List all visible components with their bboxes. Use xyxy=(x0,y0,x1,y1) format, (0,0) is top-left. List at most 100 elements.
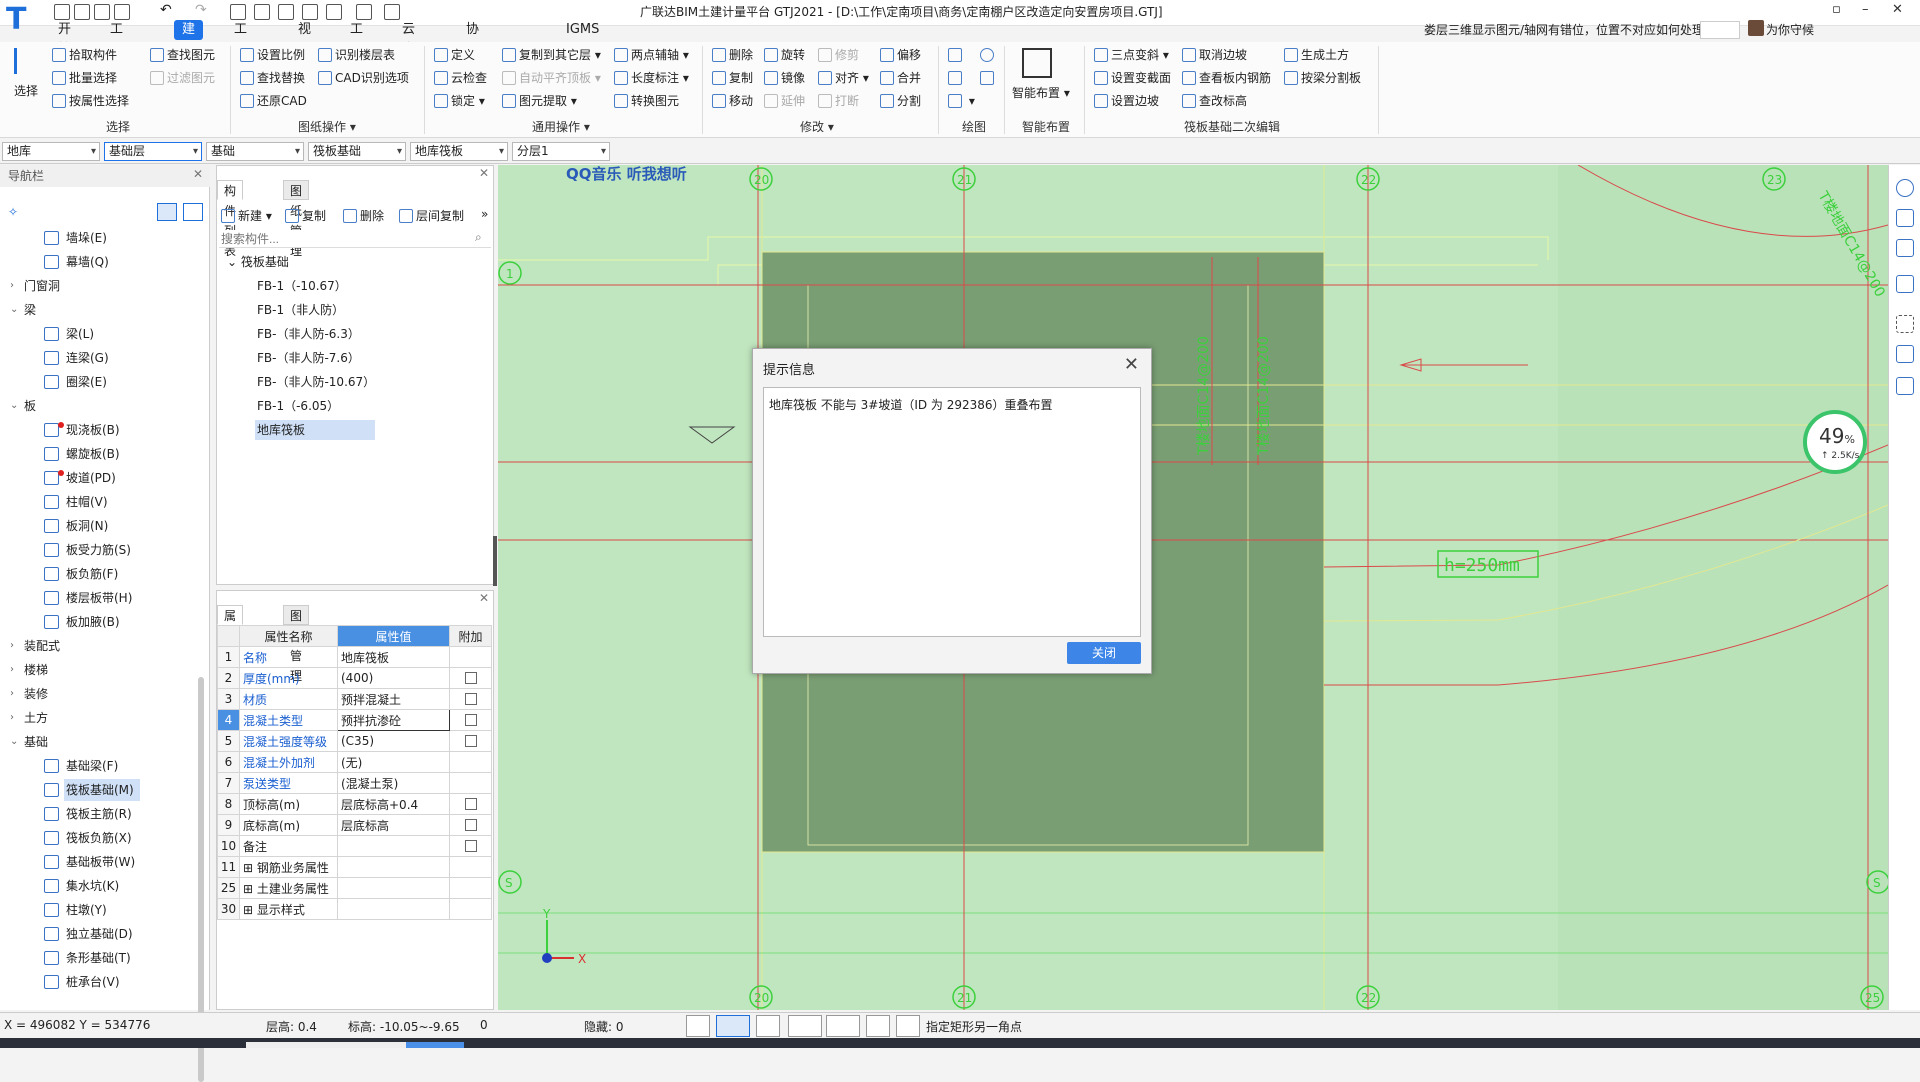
open-icon[interactable] xyxy=(94,4,110,20)
new-component-button[interactable]: 新建 ▾ xyxy=(221,207,272,225)
property-row[interactable]: 6 混凝土外加剂 (无) xyxy=(217,751,492,773)
report-icon[interactable] xyxy=(254,4,270,20)
component-item[interactable]: FB-1（非人防） xyxy=(257,300,344,320)
delete-component-button[interactable]: 删除 xyxy=(343,207,384,225)
menu-collab[interactable]: 协同建模(限免) xyxy=(458,20,492,137)
property-value[interactable] xyxy=(337,877,450,899)
menu-modeling[interactable]: 建模 xyxy=(174,20,204,57)
nav-item[interactable]: 筏板基础(M) xyxy=(0,779,200,801)
help-search-input[interactable] xyxy=(1700,21,1740,39)
nav-item[interactable]: 幕墙(Q) xyxy=(0,251,200,273)
table-icon[interactable] xyxy=(302,4,318,20)
smart-layout-button[interactable]: 智能布置 ▾ xyxy=(1012,84,1070,102)
property-value[interactable]: (混凝土泵) xyxy=(337,772,450,794)
nav-item[interactable]: 板加腋(B) xyxy=(0,611,200,633)
pick-component-button[interactable]: 拾取构件 xyxy=(52,46,117,64)
panel-resize-handle[interactable] xyxy=(493,536,497,586)
avatar[interactable] xyxy=(1748,20,1764,36)
nav-item[interactable]: › 土方 xyxy=(0,707,200,729)
property-row[interactable]: 1 名称 地库筏板 xyxy=(217,646,492,668)
draw-circle-button[interactable] xyxy=(980,46,997,64)
grid-icon[interactable] xyxy=(278,4,294,20)
nav-item[interactable]: 坡道(PD) xyxy=(0,467,200,489)
nav-item[interactable]: › 装修 xyxy=(0,683,200,705)
split-by-beam-button[interactable]: 按梁分割板 xyxy=(1284,69,1361,87)
tab-drawing-management[interactable]: 图纸管理 xyxy=(283,180,310,258)
cancel-slope-button[interactable]: 取消边坡 xyxy=(1182,46,1247,64)
select-button[interactable]: 选择 xyxy=(14,82,38,100)
nav-item[interactable]: 现浇板(B) xyxy=(0,419,200,441)
view-cube-icon[interactable] xyxy=(1896,239,1914,257)
taskbar-app-active[interactable] xyxy=(406,1042,464,1048)
property-value[interactable]: (400) xyxy=(337,667,450,689)
view-isometric-icon[interactable] xyxy=(1896,345,1914,363)
batch-select-button[interactable]: 批量选择 xyxy=(52,69,117,87)
trim-button[interactable]: 修剪 xyxy=(818,46,859,64)
nav-item[interactable]: 圈梁(E) xyxy=(0,371,200,393)
nav-item[interactable]: 板负筋(F) xyxy=(0,563,200,585)
menu-quantities[interactable]: 工程量 xyxy=(226,20,255,77)
group-drawing-label[interactable]: 图纸操作 ▾ xyxy=(298,118,356,135)
floor-select[interactable]: 基础层 xyxy=(104,142,202,161)
undo-icon[interactable]: ↶ xyxy=(160,2,172,18)
restore-cad-button[interactable]: 还原CAD xyxy=(240,92,307,110)
nav-item[interactable]: ⌄ 基础 xyxy=(0,731,200,753)
property-row[interactable]: 11 ⊞ 钢筋业务属性 xyxy=(217,856,492,878)
property-row[interactable]: 9 底标高(m) 层底标高 xyxy=(217,814,492,836)
restore-icon[interactable]: ▫ xyxy=(1832,2,1841,17)
nav-item[interactable]: 条形基础(T) xyxy=(0,947,200,969)
property-value[interactable] xyxy=(337,856,450,878)
nav-item[interactable]: 基础梁(F) xyxy=(0,755,200,777)
nav-item[interactable]: 柱墩(Y) xyxy=(0,899,200,921)
component-search-input[interactable] xyxy=(219,230,491,248)
snap-rect-icon[interactable] xyxy=(716,1015,750,1037)
extra-checkbox[interactable] xyxy=(464,819,477,831)
property-row[interactable]: 30 ⊞ 显示样式 xyxy=(217,898,492,920)
comp-close-icon[interactable]: ✕ xyxy=(479,166,489,180)
property-row[interactable]: 2 厚度(mm) (400) xyxy=(217,667,492,689)
length-dimension-button[interactable]: 长度标注 ▾ xyxy=(614,69,689,87)
property-value[interactable]: 地库筏板 xyxy=(337,646,450,668)
menu-cloud[interactable]: 云应用 xyxy=(394,20,423,77)
view-box-icon[interactable] xyxy=(1896,275,1914,293)
find-element-button[interactable]: 查找图元 xyxy=(150,46,215,64)
generate-earthwork-button[interactable]: 生成土方 xyxy=(1284,46,1349,64)
lock-button[interactable]: 锁定 ▾ xyxy=(434,92,485,110)
draw-point-button[interactable] xyxy=(948,46,965,64)
select-by-attr-button[interactable]: 按属性选择 xyxy=(52,92,129,110)
inter-layer-copy-button[interactable]: 层间复制 xyxy=(399,207,464,225)
property-row[interactable]: 4 混凝土类型 预拌抗渗砼 xyxy=(217,709,492,731)
extra-checkbox[interactable] xyxy=(464,735,477,747)
nav-item[interactable]: 筏板主筋(R) xyxy=(0,803,200,825)
nav-item[interactable]: ⌄ 板 xyxy=(0,395,200,417)
copy-button[interactable]: 复制 xyxy=(712,69,753,87)
property-value[interactable] xyxy=(337,835,450,857)
nav-item[interactable]: 墙垛(E) xyxy=(0,227,200,249)
draw-rect-button[interactable] xyxy=(980,69,997,87)
nav-item[interactable]: 桩承台(V) xyxy=(0,971,200,993)
prop-close-icon[interactable]: ✕ xyxy=(479,591,489,605)
component-item[interactable]: FB-1（-10.67） xyxy=(257,276,347,296)
expand-icon[interactable]: ⊞ xyxy=(243,882,257,896)
property-value[interactable] xyxy=(337,898,450,920)
component-group[interactable]: ⌄ 筏板基础 xyxy=(227,252,289,272)
nav-item[interactable]: 集水坑(K) xyxy=(0,875,200,897)
redo-icon[interactable]: ↷ xyxy=(195,2,207,18)
chevron-right-icon[interactable]: › xyxy=(10,683,14,705)
identify-floor-table-button[interactable]: 识别楼层表 xyxy=(318,46,395,64)
delete-button[interactable]: 删除 xyxy=(712,46,753,64)
property-value[interactable]: 层底标高 xyxy=(337,814,450,836)
extra-checkbox[interactable] xyxy=(464,693,477,705)
nav-item[interactable]: › 门窗洞 xyxy=(0,275,200,297)
extend-button[interactable]: 延伸 xyxy=(764,92,805,110)
nav-item[interactable]: 梁(L) xyxy=(0,323,200,345)
auto-align-top-button[interactable]: 自动平齐顶板 ▾ xyxy=(502,69,601,87)
drawing-canvas[interactable]: h=250mm T楼地面C14@200 T楼地面C14@200 T楼地面C14@… xyxy=(498,165,1888,1010)
property-value[interactable]: 预拌抗渗砼 xyxy=(337,709,450,731)
three-point-slope-button[interactable]: 三点变斜 ▾ xyxy=(1094,46,1169,64)
layer-icon[interactable] xyxy=(326,4,342,20)
filter-element-button[interactable]: 过滤图元 xyxy=(150,69,215,87)
offset-button[interactable]: 偏移 xyxy=(880,46,921,64)
copy-component-button[interactable]: 复制 xyxy=(285,207,326,225)
set-variable-section-button[interactable]: 设置变截面 xyxy=(1094,69,1171,87)
